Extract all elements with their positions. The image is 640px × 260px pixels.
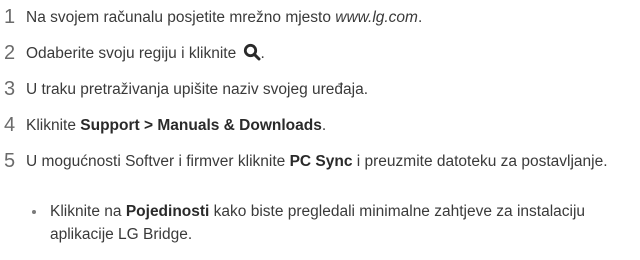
bullet-dot — [32, 210, 36, 214]
search-icon — [243, 43, 261, 68]
bullet-text: Kliknite na Pojedinosti kako biste pregl… — [50, 203, 586, 243]
menu-path: Support > Manuals & Downloads — [80, 117, 322, 134]
step-number: 3 — [4, 78, 16, 100]
step-number: 2 — [4, 42, 16, 64]
pc-sync-label: PC Sync — [289, 153, 353, 170]
step-number: 4 — [4, 114, 16, 136]
instruction-list: 1 Na svojem računalu posjetite mrežno mj… — [0, 0, 640, 260]
details-label: Pojedinosti — [125, 203, 210, 220]
step-number: 5 — [4, 150, 16, 172]
step-text: U mogućnosti Softver i firmver kliknite … — [26, 153, 608, 170]
step-text: Odaberite svoju regiju i kliknite . — [26, 42, 636, 68]
step-number: 1 — [4, 6, 16, 28]
step-text: Kliknite Support > Manuals & Downloads. — [26, 117, 327, 134]
step-text: U traku pretraživanja upišite naziv svoj… — [26, 81, 369, 98]
website-url: www.lg.com — [335, 9, 418, 26]
step-text: Na svojem računalu posjetite mrežno mjes… — [26, 9, 423, 26]
